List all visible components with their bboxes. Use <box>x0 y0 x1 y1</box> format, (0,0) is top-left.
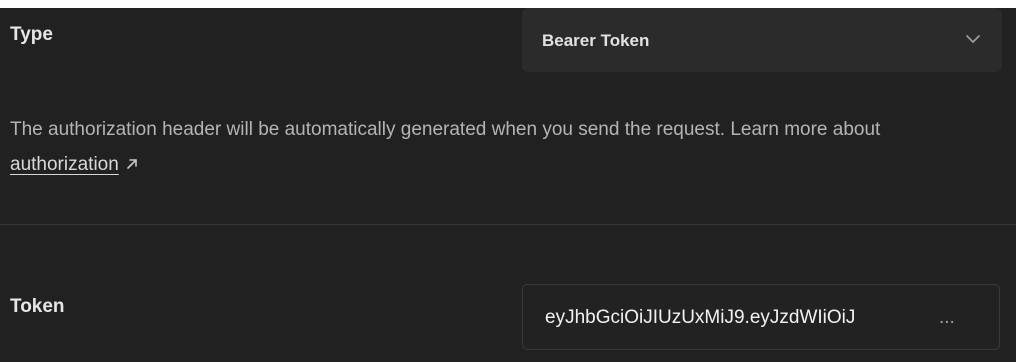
token-label: Token <box>10 296 65 317</box>
section-divider <box>0 224 1016 225</box>
authorization-help-text: The authorization header will be automat… <box>10 112 910 182</box>
token-input[interactable]: eyJhbGciOiJIUzUxMiJ9.eyJzdWIiOiJ ... <box>522 284 1000 350</box>
token-value: eyJhbGciOiJIUzUxMiJ9.eyJzdWIiOiJ <box>545 307 856 328</box>
auth-type-value: Bearer Token <box>542 31 650 50</box>
authorization-panel: Type Bearer Token The authorization head… <box>0 8 1016 362</box>
external-link-icon[interactable] <box>125 157 139 171</box>
token-truncation-ellipsis: ... <box>939 307 955 328</box>
authorization-link[interactable]: authorization <box>10 154 119 175</box>
type-label: Type <box>10 24 53 45</box>
help-text-body: The authorization header will be automat… <box>10 119 881 140</box>
chevron-down-icon <box>966 35 980 43</box>
auth-type-select[interactable]: Bearer Token <box>522 8 1002 72</box>
